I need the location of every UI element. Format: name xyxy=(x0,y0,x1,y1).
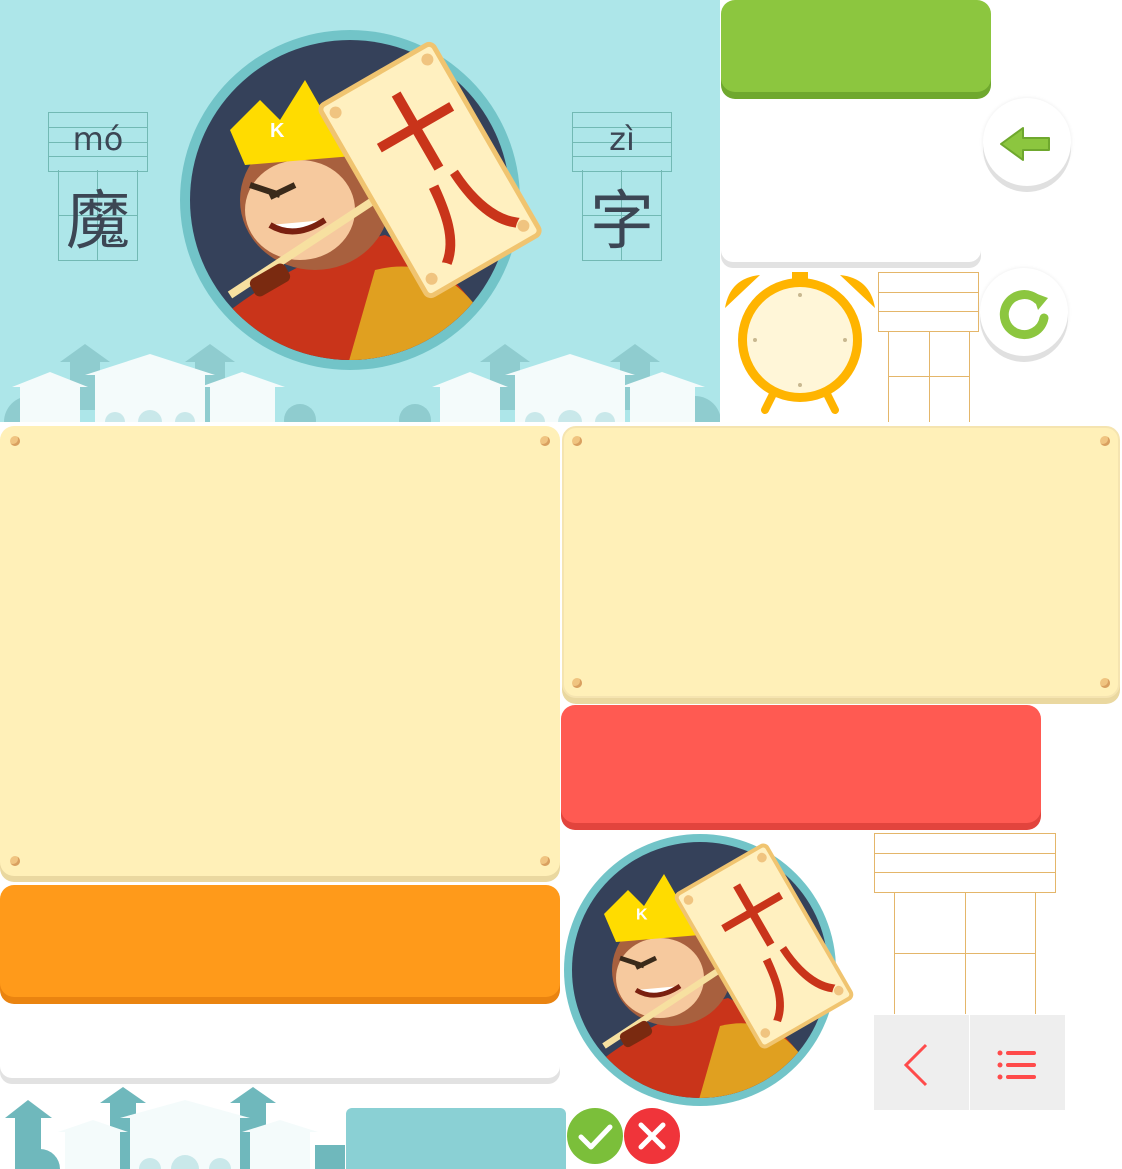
pinyin-text: zì xyxy=(609,120,635,158)
teal-bar xyxy=(346,1108,566,1169)
wrong-button[interactable] xyxy=(624,1108,680,1164)
mascot-king-large: K 十八 xyxy=(180,30,542,370)
question-panel-small xyxy=(562,426,1120,698)
white-strip-card xyxy=(0,1004,560,1078)
pinyin-grid-blank-large xyxy=(874,833,1056,893)
orange-button[interactable] xyxy=(0,885,560,997)
pinyin-text: mó xyxy=(72,120,124,158)
hanzi-grid-blank-small xyxy=(888,331,970,422)
hanzi-text: 字 xyxy=(590,185,654,259)
check-icon xyxy=(578,1124,613,1150)
crown-letter: K xyxy=(636,907,648,924)
back-button[interactable] xyxy=(983,98,1071,186)
hanzi-grid-blank-large xyxy=(894,892,1036,1014)
reload-icon xyxy=(999,290,1049,340)
prev-button[interactable] xyxy=(874,1015,969,1110)
mascot-king-small: K 十八 xyxy=(564,834,854,1106)
chevron-left-icon xyxy=(903,1043,928,1087)
white-card xyxy=(721,100,981,262)
red-button[interactable] xyxy=(561,705,1041,823)
cross-icon xyxy=(638,1122,666,1150)
crown-letter: K xyxy=(270,120,285,142)
list-menu-icon xyxy=(997,1050,1036,1080)
green-button[interactable] xyxy=(721,0,991,92)
alarm-clock-icon xyxy=(725,272,875,414)
title-banner: mó 魔 zì 字 K 十八 xyxy=(0,0,720,422)
back-arrow-icon xyxy=(1000,127,1050,161)
correct-button[interactable] xyxy=(567,1108,623,1164)
menu-button[interactable] xyxy=(970,1015,1065,1110)
hanzi-text: 魔 xyxy=(66,185,130,259)
palace-skyline-bottom xyxy=(5,1087,345,1169)
pinyin-grid-blank-small xyxy=(878,272,979,332)
reload-button[interactable] xyxy=(980,268,1068,356)
question-panel-large xyxy=(0,426,560,876)
